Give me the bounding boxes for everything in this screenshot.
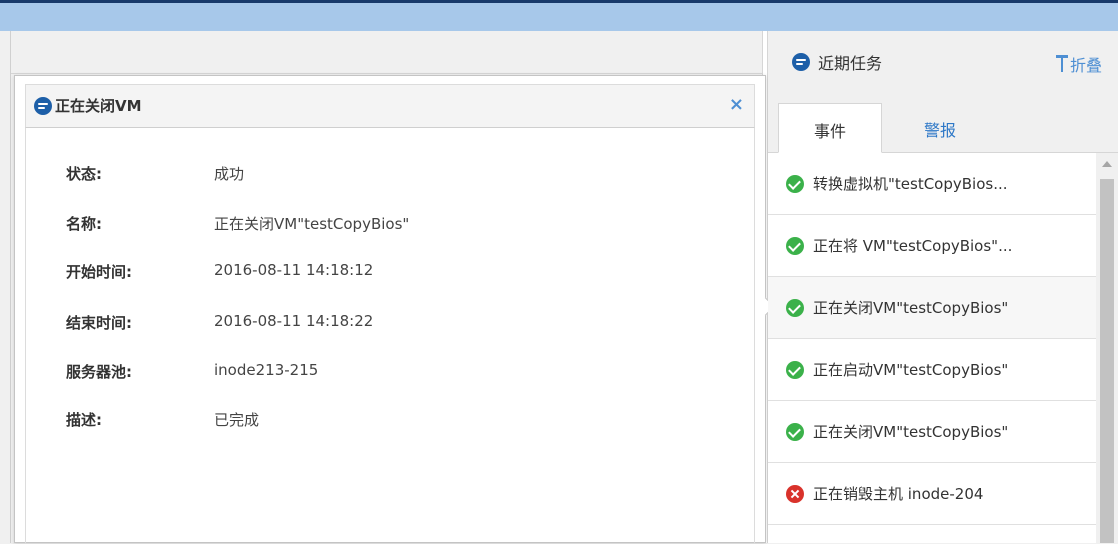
- task-item-text: 正在启动VM"testCopyBios": [813, 361, 1009, 379]
- field-label: 服务器池:: [66, 363, 132, 381]
- fold-label: 折叠: [1069, 56, 1102, 75]
- popover-title-text: 正在关闭VM: [55, 97, 142, 115]
- field-label: 开始时间:: [66, 263, 132, 281]
- task-list-scrollbar[interactable]: [1096, 153, 1118, 543]
- task-item[interactable]: 正在销毁主机 inode-204: [768, 463, 1096, 525]
- field-label: 描述:: [66, 411, 102, 429]
- fold-button[interactable]: 折叠: [1055, 52, 1102, 76]
- check-circle-icon: [786, 174, 804, 193]
- field-label: 状态:: [66, 165, 102, 183]
- recent-tasks-title: 近期任务: [792, 50, 882, 74]
- main-toolbar: [10, 31, 762, 74]
- field-value: inode213-215: [214, 361, 319, 379]
- field-value: 2016-08-11 14:18:12: [214, 261, 374, 279]
- field-name: 名称: 正在关闭VM"testCopyBios": [66, 213, 409, 234]
- recent-tasks-header: 近期任务 折叠: [768, 31, 1118, 93]
- info-circle-icon: [34, 96, 52, 115]
- tab-alarms[interactable]: 警报: [890, 103, 990, 153]
- top-bar: [0, 0, 1118, 31]
- task-item-selected[interactable]: 正在关闭VM"testCopyBios": [768, 277, 1096, 339]
- task-item-text: 正在关闭VM"testCopyBios": [813, 423, 1009, 441]
- field-value: 成功: [214, 165, 245, 183]
- main-divider: [10, 31, 11, 543]
- field-value: 正在关闭VM"testCopyBios": [214, 215, 410, 233]
- close-icon[interactable]: ×: [729, 94, 744, 116]
- recent-tasks-panel: 近期任务 折叠 事件 警报 转换虚拟机"testCopyBios... 正在将 …: [768, 31, 1118, 543]
- task-item-text: 转换虚拟机"testCopyBios...: [813, 175, 1008, 193]
- recent-tasks-title-text: 近期任务: [818, 54, 883, 73]
- task-item[interactable]: 正在关闭VM"testCopyBios": [768, 401, 1096, 463]
- field-label: 名称:: [66, 215, 102, 233]
- field-status: 状态: 成功: [66, 163, 244, 184]
- check-circle-icon: [786, 422, 804, 441]
- scroll-up-arrow-icon[interactable]: [1102, 161, 1112, 167]
- scroll-thumb[interactable]: [1100, 179, 1114, 543]
- tabs-bar: 事件 警报: [768, 93, 1118, 153]
- field-label: 结束时间:: [66, 314, 132, 332]
- field-value: 已完成: [214, 411, 260, 429]
- task-item[interactable]: 转换虚拟机"testCopyBios...: [768, 153, 1096, 215]
- task-detail-popover: 正在关闭VM × 状态: 成功 名称: 正在关闭VM"testCopyBios"…: [14, 75, 766, 544]
- field-value: 2016-08-11 14:18:22: [214, 312, 374, 330]
- task-item-text: 正在将 VM"testCopyBios"...: [813, 237, 1013, 255]
- popover-header: 正在关闭VM ×: [25, 84, 755, 128]
- check-circle-icon: [786, 236, 804, 255]
- task-item-text: 正在关闭VM"testCopyBios": [813, 299, 1009, 317]
- tab-events[interactable]: 事件: [778, 103, 882, 153]
- popover-body: 状态: 成功 名称: 正在关闭VM"testCopyBios" 开始时间: 20…: [25, 128, 755, 544]
- popover-title: 正在关闭VM: [34, 95, 142, 116]
- task-item[interactable]: 正在将 VM"testCopyBios"...: [768, 215, 1096, 277]
- field-start-time: 开始时间: 2016-08-11 14:18:12: [66, 261, 373, 282]
- task-item[interactable]: 正在启动VM"testCopyBios": [768, 339, 1096, 401]
- check-circle-icon: [786, 298, 804, 317]
- task-list: 转换虚拟机"testCopyBios... 正在将 VM"testCopyBio…: [768, 153, 1096, 543]
- field-end-time: 结束时间: 2016-08-11 14:18:22: [66, 312, 373, 333]
- task-item-text: 正在销毁主机 inode-204: [813, 485, 984, 503]
- info-circle-icon: [792, 53, 810, 71]
- check-circle-icon: [786, 360, 804, 379]
- field-description: 描述: 已完成: [66, 409, 259, 430]
- error-circle-icon: [786, 484, 804, 503]
- field-server-pool: 服务器池: inode213-215: [66, 361, 318, 382]
- pin-icon: [1055, 55, 1068, 73]
